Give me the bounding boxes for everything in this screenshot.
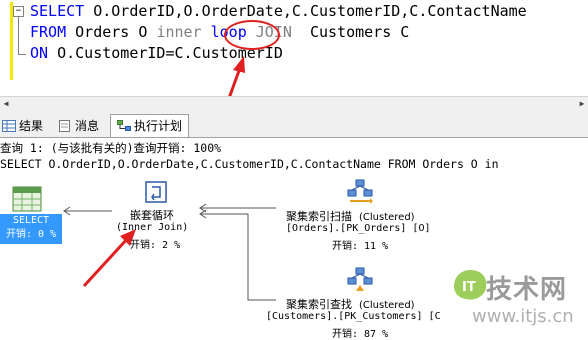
nested-loops-subtitle: (Inner Join) [116, 222, 189, 233]
clustered-scan-object: [Orders].[PK_Orders] [O] [286, 223, 431, 234]
nested-loops-icon[interactable] [144, 180, 168, 204]
itjs-logo-icon: IT [454, 270, 487, 300]
clustered-seek-tag: (Clustered) [359, 300, 415, 311]
clustered-index-seek-icon[interactable] [346, 266, 374, 294]
itjs-logo-badge: IT [462, 280, 476, 295]
clustered-scan-title: 聚集索引扫描 [286, 210, 352, 223]
clustered-scan-label: 聚集索引扫描 (Clustered) [286, 208, 415, 224]
clustered-seek-object: [Customers].[PK_Customers] [C [266, 311, 441, 322]
clustered-index-scan-icon[interactable] [346, 178, 374, 206]
clustered-scan-tag: (Clustered) [359, 212, 415, 223]
watermark-brand: 技术网 [486, 275, 568, 305]
clustered-seek-title: 聚集索引查找 [286, 298, 352, 311]
watermark-url: www.itjs.cn [472, 306, 574, 327]
nested-loops-label: 嵌套循环 [130, 209, 174, 222]
clustered-scan-cost: 开销: 11 % [332, 241, 389, 252]
clustered-seek-cost: 开销: 87 % [332, 329, 389, 340]
nested-loops-cost: 开销: 2 % [130, 240, 181, 251]
clustered-seek-label: 聚集索引查找 (Clustered) [286, 296, 415, 312]
